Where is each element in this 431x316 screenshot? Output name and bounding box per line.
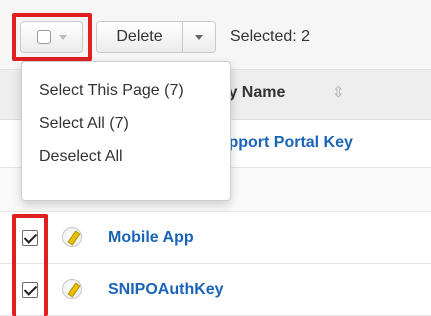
mass-select-menu: Select This Page (7) Select All (7) Dese…: [21, 61, 231, 201]
list-view: Delete Selected: 2 Key Name ⇳ Support Po…: [0, 0, 431, 316]
menu-item-deselect-all[interactable]: Deselect All: [22, 140, 230, 173]
table-row: Mobile App: [0, 212, 431, 264]
pencil-icon[interactable]: [62, 279, 82, 299]
chevron-down-icon: [195, 34, 203, 40]
highlight-box-mass-select: [12, 13, 92, 61]
table-row: SNIPOAuthKey: [0, 264, 431, 316]
record-link[interactable]: Mobile App: [108, 229, 194, 247]
menu-item-select-this-page[interactable]: Select This Page (7): [22, 74, 230, 107]
actions-menu-button[interactable]: [182, 21, 216, 53]
delete-button[interactable]: Delete: [96, 21, 183, 53]
highlight-box-row-checkboxes: [12, 214, 48, 316]
record-link[interactable]: SNIPOAuthKey: [108, 281, 224, 299]
menu-item-select-all[interactable]: Select All (7): [22, 107, 230, 140]
sort-icon[interactable]: ⇳: [332, 83, 345, 101]
pencil-icon[interactable]: [62, 227, 82, 247]
selected-count: Selected: 2: [230, 28, 311, 45]
